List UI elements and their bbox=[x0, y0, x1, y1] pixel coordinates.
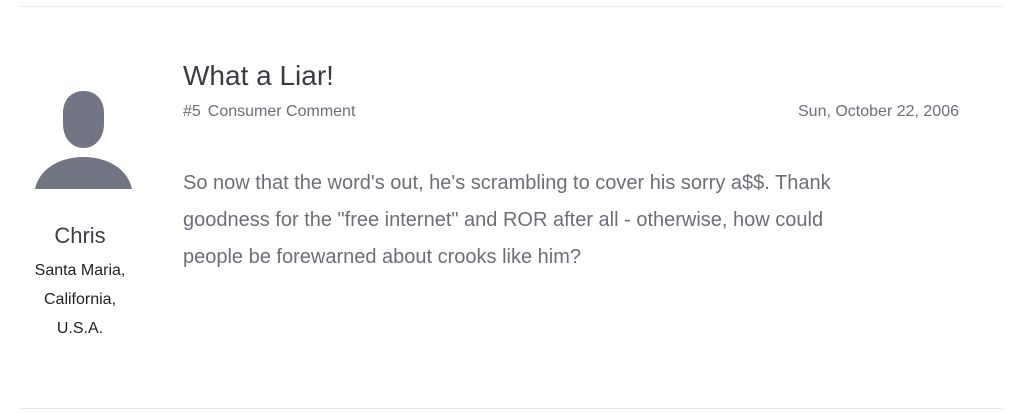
comment-title: What a Liar! bbox=[183, 60, 334, 91]
comment: What a Liar! #5 Consumer Comment Sun, Oct… bbox=[183, 0, 963, 413]
comment-number: #5 bbox=[183, 103, 201, 120]
comment-date: Sun, October 22, 2006 bbox=[798, 103, 959, 120]
comment-type: Consumer Comment bbox=[207, 103, 356, 120]
author-location-line: U.S.A. bbox=[56, 320, 104, 337]
author-name: Chris bbox=[54, 223, 106, 248]
comment-author: Chris Santa Maria, California, U.S.A. bbox=[0, 0, 165, 413]
comment-type-label: #5 Consumer Comment bbox=[183, 101, 355, 123]
author-location: Santa Maria, California, U.S.A. bbox=[0, 256, 160, 343]
bottom-divider bbox=[20, 408, 1002, 409]
user-silhouette-icon bbox=[35, 91, 132, 189]
comment-meta: #5 Consumer Comment Sun, October 22, 2006 bbox=[183, 101, 959, 123]
author-location-line: Santa Maria, bbox=[34, 262, 126, 279]
comment-body-line: goodness for the "free internet" and ROR… bbox=[183, 209, 824, 231]
comment-body: So now that the word's out, he's scrambl… bbox=[183, 165, 963, 276]
comment-body-line: So now that the word's out, he's scrambl… bbox=[183, 172, 831, 194]
comment-body-line: people be forewarned about crooks like h… bbox=[183, 246, 582, 268]
author-location-line: California, bbox=[43, 291, 117, 308]
